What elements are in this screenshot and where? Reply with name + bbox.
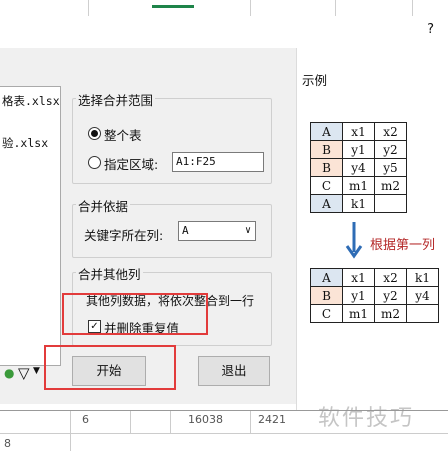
highlight-box-start [44,345,176,390]
other-group-title: 合并其他列 [76,264,143,283]
file-list-item[interactable]: 验.xlsx [2,135,48,151]
table-cell [374,194,407,213]
table-cell: y2 [374,140,407,159]
table-cell: y1 [342,286,375,305]
chevron-down-icon[interactable]: ▼ [33,366,40,376]
sheet-cell: 2421 [258,413,286,426]
help-button[interactable]: ? [427,22,434,37]
table-row: Cm1 m2 [310,304,439,323]
highlight-box-dedupe [62,293,208,335]
table-row: By4 y5 [310,158,407,177]
table-cell: y4 [406,286,439,305]
table-cell: x2 [374,122,407,141]
table-cell [406,304,439,323]
table-row: Ak1 [310,194,407,213]
table-cell: m2 [374,304,407,323]
down-arrow-icon [345,222,363,259]
sheet-cell: 6 [82,413,89,426]
sheet-cell: 16038 [188,413,223,426]
chevron-down-icon: ∨ [244,225,251,236]
region-label[interactable]: 指定区域: [104,154,158,173]
selected-column-marker [152,5,194,8]
table-cell: y1 [342,140,375,159]
basis-group-title: 合并依据 [76,196,131,215]
table-cell: m1 [342,304,375,323]
example-panel [296,48,448,410]
sheet-tab[interactable]: 8 [4,437,11,450]
file-list[interactable]: 格表.xlsx 验.xlsx [0,86,61,366]
table-row: Cm1 m2 [310,176,407,195]
watermark-logo: 软件技巧 [318,406,415,431]
whole-sheet-radio[interactable] [88,127,101,140]
table-cell: B [310,158,343,177]
range-group-title: 选择合并范围 [76,90,156,109]
table-cell: x1 [342,122,375,141]
table-cell: C [310,304,343,323]
table-cell: y4 [342,158,375,177]
key-col-select[interactable]: A ∨ [178,221,256,241]
table-cell: k1 [342,194,375,213]
exit-button[interactable]: 退出 [198,356,270,386]
table-cell: B [310,286,343,305]
filter-icon[interactable]: ▽ [18,364,30,382]
key-col-label: 关键字所在列: [84,228,164,243]
example-title: 示例 [302,73,328,88]
file-list-item[interactable]: 格表.xlsx [2,93,60,109]
region-radio[interactable] [88,156,101,169]
key-col-value: A [182,224,189,237]
region-input[interactable]: A1:F25 [172,152,264,172]
example-arrow-label: 根据第一列 [370,238,436,253]
table-cell: m1 [342,176,375,195]
table-row: Ax1 x2 [310,122,407,141]
table-cell: k1 [406,268,439,287]
whole-sheet-label[interactable]: 整个表 [104,125,142,144]
dialog-titlebar [0,16,448,49]
table-row: Ax1 x2 k1 [310,268,439,287]
spreadsheet-top-strip [0,0,448,16]
table-row: By1 y2 [310,140,407,159]
table-cell: m2 [374,176,407,195]
table-cell: A [310,268,343,287]
table-cell: A [310,122,343,141]
table-cell: C [310,176,343,195]
table-cell: x1 [342,268,375,287]
refresh-icon[interactable]: ● [4,366,14,380]
table-row: By1 y2 y4 [310,286,439,305]
table-cell: A [310,194,343,213]
table-cell: y5 [374,158,407,177]
example-after-table: Ax1 x2 k1 By1 y2 y4 Cm1 m2 [310,268,439,323]
example-before-table: Ax1 x2 By1 y2 By4 y5 Cm1 m2 Ak1 [310,122,407,213]
table-cell: B [310,140,343,159]
table-cell: y2 [374,286,407,305]
table-cell: x2 [374,268,407,287]
